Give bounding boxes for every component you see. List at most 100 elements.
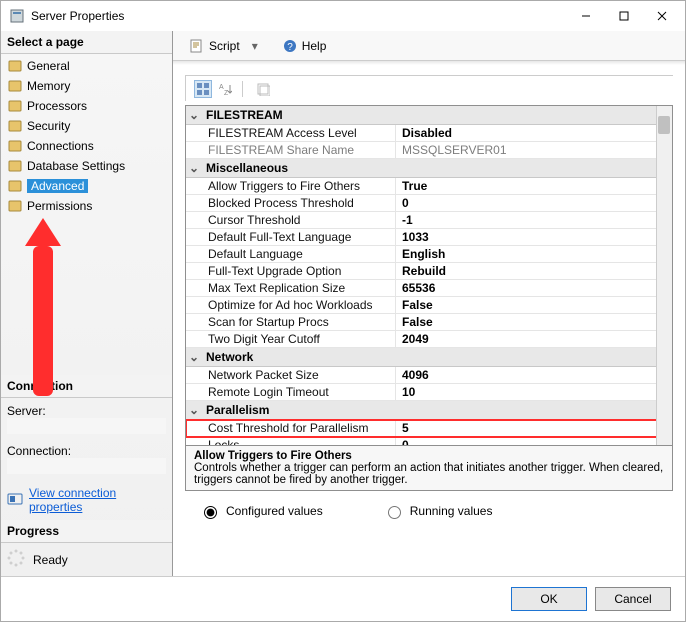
running-values-label: Running values [410,504,493,518]
sidebar-item-label: Processors [27,99,87,113]
property-name: Default Language [186,246,396,262]
scrollbar[interactable] [656,106,672,445]
sidebar-item-permissions[interactable]: Permissions [1,196,172,216]
property-value[interactable]: False [396,314,672,330]
property-row[interactable]: Locks0 [186,437,672,445]
property-row[interactable]: Blocked Process Threshold0 [186,195,672,212]
property-row[interactable]: Optimize for Ad hoc WorkloadsFalse [186,297,672,314]
close-button[interactable] [647,5,677,27]
view-connection-properties-link[interactable]: View connection properties [29,486,166,514]
property-row[interactable]: Scan for Startup ProcsFalse [186,314,672,331]
property-name: Scan for Startup Procs [186,314,396,330]
property-value[interactable]: 1033 [396,229,672,245]
sidebar-item-label: Security [27,119,70,133]
maximize-button[interactable] [609,5,639,27]
connection-icon [7,491,23,510]
category-miscellaneous[interactable]: ⌄Miscellaneous [186,159,672,178]
cancel-button[interactable]: Cancel [595,587,671,611]
left-panel: Select a page General Memory Processors Sec… [1,31,173,576]
titlebar[interactable]: Server Properties [1,1,685,31]
property-value[interactable]: True [396,178,672,194]
property-value[interactable]: 0 [396,437,672,445]
property-value[interactable]: 10 [396,384,672,400]
property-row[interactable]: Cost Threshold for Parallelism5 [186,420,672,437]
sidebar-item-processors[interactable]: Processors [1,96,172,116]
property-name: Cost Threshold for Parallelism [186,420,396,436]
page-icon [7,78,23,94]
chevron-down-icon: ⌄ [188,403,200,417]
server-value [7,418,166,434]
connection-header: Connection [1,375,172,398]
property-value[interactable]: 0 [396,195,672,211]
property-value[interactable]: 5 [396,420,672,436]
description-title: Allow Triggers to Fire Others [194,450,664,462]
property-row[interactable]: Remote Login Timeout10 [186,384,672,401]
dialog-footer: OK Cancel [1,576,685,621]
configured-values-radio[interactable]: Configured values [199,503,323,519]
property-value[interactable]: Disabled [396,125,672,141]
connection-info: Server: Connection: View connection prop… [1,398,172,520]
category-parallelism[interactable]: ⌄Parallelism [186,401,672,420]
alphabetical-view-icon[interactable]: AZ [216,80,234,98]
property-name: Network Packet Size [186,367,396,383]
property-row[interactable]: Max Text Replication Size65536 [186,280,672,297]
property-value[interactable]: 65536 [396,280,672,296]
script-label: Script [209,39,240,53]
script-dropdown-icon[interactable]: ▾ [252,39,258,53]
property-name: Locks [186,437,396,445]
sidebar-item-label: General [27,59,70,73]
sidebar-item-database-settings[interactable]: Database Settings [1,156,172,176]
property-row[interactable]: Default Full-Text Language1033 [186,229,672,246]
page-icon [7,98,23,114]
property-row[interactable]: FILESTREAM Access LevelDisabled [186,125,672,142]
minimize-button[interactable] [571,5,601,27]
property-row[interactable]: Cursor Threshold-1 [186,212,672,229]
sidebar-item-general[interactable]: General [1,56,172,76]
property-value[interactable]: False [396,297,672,313]
values-radio-group: Configured values Running values [173,491,685,531]
category-filestream[interactable]: ⌄FILESTREAM [186,106,672,125]
property-description: Allow Triggers to Fire Others Controls w… [185,445,673,491]
property-grid[interactable]: ⌄FILESTREAMFILESTREAM Access LevelDisabl… [185,105,673,445]
property-row[interactable]: Network Packet Size4096 [186,367,672,384]
property-name: Default Full-Text Language [186,229,396,245]
sidebar-item-advanced[interactable]: Advanced [1,176,172,196]
sidebar-item-connections[interactable]: Connections [1,136,172,156]
property-value[interactable]: 2049 [396,331,672,347]
properties-pages-icon[interactable] [254,80,272,98]
property-value[interactable]: Rebuild [396,263,672,279]
property-name: FILESTREAM Access Level [186,125,396,141]
page-icon [7,158,23,174]
property-row[interactable]: Two Digit Year Cutoff2049 [186,331,672,348]
property-value[interactable]: MSSQLSERVER01 [396,142,672,158]
sidebar-item-memory[interactable]: Memory [1,76,172,96]
ok-button[interactable]: OK [511,587,587,611]
select-page-header: Select a page [1,31,172,54]
property-name: Blocked Process Threshold [186,195,396,211]
property-row[interactable]: FILESTREAM Share NameMSSQLSERVER01 [186,142,672,159]
window-title: Server Properties [31,9,571,23]
property-row[interactable]: Full-Text Upgrade OptionRebuild [186,263,672,280]
sidebar-item-label: Memory [27,79,70,93]
property-row[interactable]: Allow Triggers to Fire OthersTrue [186,178,672,195]
categorized-view-icon[interactable] [194,80,212,98]
script-button[interactable]: Script [183,35,246,57]
category-label: Miscellaneous [206,161,288,175]
page-icon [7,198,23,214]
progress-header: Progress [1,520,172,543]
annotation-arrow [29,218,61,396]
category-label: FILESTREAM [206,108,283,122]
property-value[interactable]: 4096 [396,367,672,383]
category-network[interactable]: ⌄Network [186,348,672,367]
property-name: Two Digit Year Cutoff [186,331,396,347]
running-values-radio[interactable]: Running values [383,503,493,519]
property-value[interactable]: English [396,246,672,262]
property-row[interactable]: Default LanguageEnglish [186,246,672,263]
property-name: Allow Triggers to Fire Others [186,178,396,194]
help-button[interactable]: ? Help [276,35,333,57]
sidebar-item-security[interactable]: Security [1,116,172,136]
property-name: Full-Text Upgrade Option [186,263,396,279]
progress-status: Ready [33,553,68,567]
svg-text:?: ? [287,42,293,53]
property-value[interactable]: -1 [396,212,672,228]
